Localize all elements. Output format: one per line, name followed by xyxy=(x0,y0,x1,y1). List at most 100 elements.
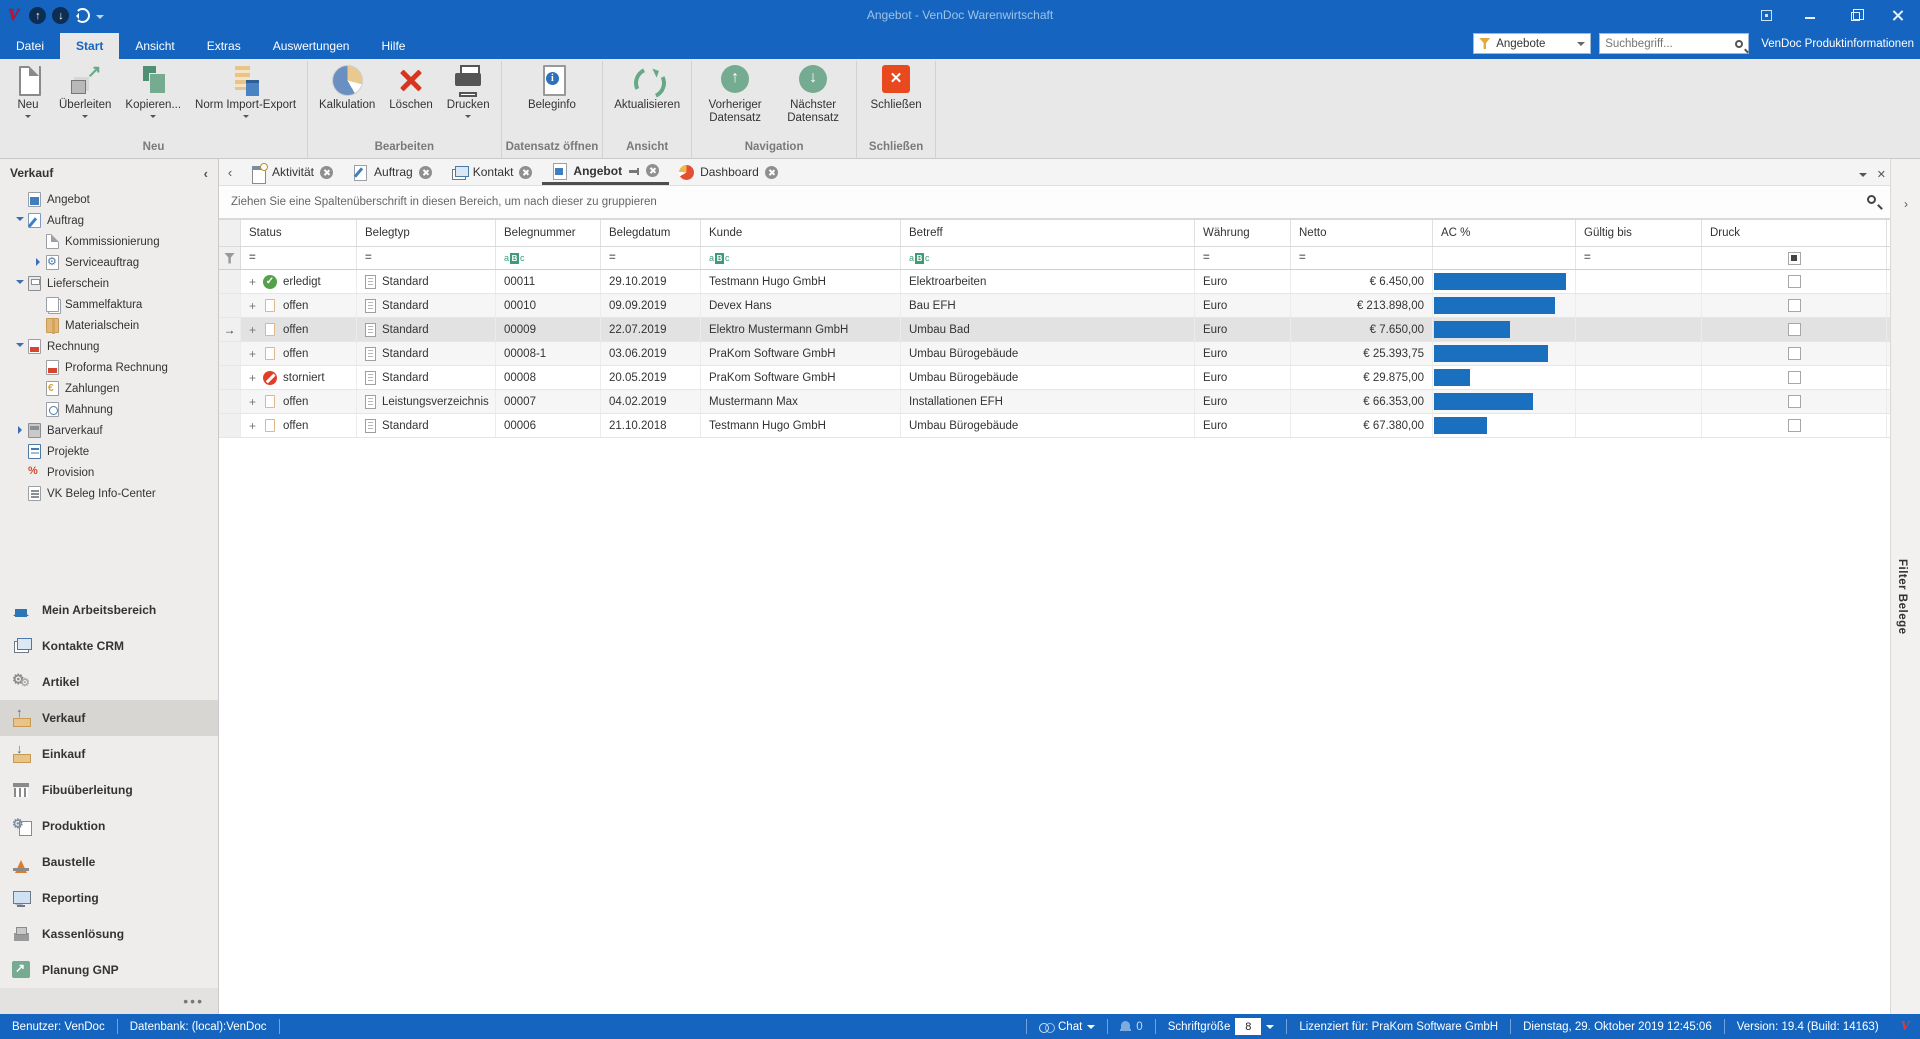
row-expand-button[interactable]: + xyxy=(249,275,261,289)
druck-checkbox[interactable] xyxy=(1788,275,1801,288)
table-row[interactable]: +offenStandard0001009.09.2019Devex HansB… xyxy=(219,294,1890,318)
module-kontakte-crm[interactable]: Kontakte CRM xyxy=(0,628,218,664)
pin-icon[interactable] xyxy=(628,165,640,177)
tree-expanded-icon[interactable] xyxy=(14,214,26,228)
column-header-belegtyp[interactable]: Belegtyp xyxy=(357,220,496,246)
tab-dashboard[interactable]: Dashboard xyxy=(669,159,788,185)
druck-checkbox[interactable] xyxy=(1788,347,1801,360)
column-header-betreff[interactable]: Betreff xyxy=(901,220,1195,246)
product-info-link[interactable]: VenDoc Produktinformationen xyxy=(1761,38,1914,50)
tab-scroll-left-button[interactable]: ‹ xyxy=(219,161,241,185)
tree-collapsed-icon[interactable] xyxy=(32,257,44,269)
tree-expanded-icon[interactable] xyxy=(14,340,26,354)
menu-tab-extras[interactable]: Extras xyxy=(191,33,257,59)
ribbon-löschen-button[interactable]: Löschen xyxy=(382,61,439,112)
rail-expand-chevron-icon[interactable]: › xyxy=(1891,197,1920,211)
module-artikel[interactable]: Artikel xyxy=(0,664,218,700)
druck-checkbox[interactable] xyxy=(1788,419,1801,432)
column-header-ac[interactable]: AC % xyxy=(1433,220,1576,246)
sidebar-item-rechnung[interactable]: Rechnung xyxy=(0,336,218,357)
module-produktion[interactable]: Produktion xyxy=(0,808,218,844)
sidebar-item-kommissionierung[interactable]: Kommissionierung xyxy=(0,231,218,252)
table-row[interactable]: +offenLeistungsverzeichnis0000704.02.201… xyxy=(219,390,1890,414)
chat-button[interactable]: Chat xyxy=(1027,1019,1107,1034)
sidebar-item-vk-beleg-info-center[interactable]: VK Beleg Info-Center xyxy=(0,483,218,504)
filter-cell-belegnummer[interactable]: aBc xyxy=(496,247,601,269)
filter-cell-währung[interactable]: = xyxy=(1195,247,1291,269)
ribbon-aktualisieren-button[interactable]: Aktualisieren xyxy=(607,61,687,112)
search-input[interactable] xyxy=(1605,38,1735,50)
module-reporting[interactable]: Reporting xyxy=(0,880,218,916)
druck-checkbox[interactable] xyxy=(1788,371,1801,384)
table-row[interactable]: +offenStandard0000621.10.2018Testmann Hu… xyxy=(219,414,1890,438)
fit-screen-button[interactable] xyxy=(1744,0,1788,30)
module-einkauf[interactable]: Einkauf xyxy=(0,736,218,772)
minimize-button[interactable] xyxy=(1788,0,1832,30)
ribbon-kalkulation-button[interactable]: Kalkulation xyxy=(312,61,382,112)
menu-tab-start[interactable]: Start xyxy=(60,33,119,59)
sidebar-collapse-button[interactable]: ‹ xyxy=(204,166,208,181)
filter-cell-status[interactable]: = xyxy=(241,247,357,269)
ribbon-norm-import-export-button[interactable]: Norm Import-Export xyxy=(188,61,303,121)
sidebar-item-angebot[interactable]: Angebot xyxy=(0,189,218,210)
module-planung-gnp[interactable]: Planung GNP xyxy=(0,952,218,988)
sidebar-item-lieferschein[interactable]: Lieferschein xyxy=(0,273,218,294)
row-expand-button[interactable]: + xyxy=(249,323,261,337)
column-header-währung[interactable]: Währung xyxy=(1195,220,1291,246)
tree-collapsed-icon[interactable] xyxy=(14,425,26,437)
sidebar-item-materialschein[interactable]: Materialschein xyxy=(0,315,218,336)
filter-cell-belegdatum[interactable]: = xyxy=(601,247,701,269)
qat-previous-record-icon[interactable]: ↑ xyxy=(29,7,46,24)
filter-cell-betreff[interactable]: aBc xyxy=(901,247,1195,269)
close-button[interactable] xyxy=(1876,0,1920,30)
notifications-button[interactable]: 0 xyxy=(1108,1019,1154,1034)
tab-close-icon[interactable] xyxy=(765,166,778,179)
sidebar-item-barverkauf[interactable]: Barverkauf xyxy=(0,420,218,441)
tab-angebot[interactable]: Angebot xyxy=(542,159,669,185)
module-fibuüberleitung[interactable]: Fibuüberleitung xyxy=(0,772,218,808)
column-header-belegnummer[interactable]: Belegnummer xyxy=(496,220,601,246)
sidebar-item-provision[interactable]: Provision xyxy=(0,462,218,483)
font-size-value[interactable]: 8 xyxy=(1235,1018,1261,1035)
qat-refresh-icon[interactable] xyxy=(75,8,90,23)
filter-cell-kunde[interactable]: aBc xyxy=(701,247,901,269)
sidebar-item-sammelfaktura[interactable]: Sammelfaktura xyxy=(0,294,218,315)
filter-cell-druck[interactable] xyxy=(1702,247,1887,269)
group-by-bar[interactable]: Ziehen Sie eine Spaltenüberschrift in di… xyxy=(219,186,1890,219)
row-expand-button[interactable]: + xyxy=(249,347,261,361)
column-header-kunde[interactable]: Kunde xyxy=(701,220,901,246)
row-expand-button[interactable]: + xyxy=(249,419,261,433)
ribbon-drucken-button[interactable]: Drucken xyxy=(440,61,497,121)
tab-aktivität[interactable]: Aktivität xyxy=(241,159,343,185)
module-mein-arbeitsbereich[interactable]: Mein Arbeitsbereich xyxy=(0,592,218,628)
restore-button[interactable] xyxy=(1832,0,1876,30)
druck-checkbox[interactable] xyxy=(1788,299,1801,312)
tree-expanded-icon[interactable] xyxy=(14,277,26,291)
chevron-down-icon[interactable] xyxy=(1266,1025,1274,1033)
menu-tab-ansicht[interactable]: Ansicht xyxy=(119,33,190,59)
search-icon[interactable] xyxy=(1735,40,1743,48)
module-verkauf[interactable]: Verkauf xyxy=(0,700,218,736)
table-row[interactable]: +erledigtStandard0001129.10.2019Testmann… xyxy=(219,270,1890,294)
menu-tab-auswertungen[interactable]: Auswertungen xyxy=(257,33,366,59)
filter-cell-ac[interactable] xyxy=(1433,247,1576,269)
ribbon-beleginfo-button[interactable]: Beleginfo xyxy=(521,61,583,112)
ribbon-neu-button[interactable]: Neu xyxy=(4,61,52,121)
filter-cell-belegtyp[interactable]: = xyxy=(357,247,496,269)
column-header-druck[interactable]: Druck xyxy=(1702,220,1887,246)
sidebar-item-auftrag[interactable]: Auftrag xyxy=(0,210,218,231)
filter-funnel-icon[interactable] xyxy=(224,253,235,264)
qat-customize-caret-icon[interactable] xyxy=(96,15,104,23)
ribbon-überleiten-button[interactable]: Überleiten xyxy=(52,61,118,121)
ribbon-kopieren-button[interactable]: Kopieren... xyxy=(118,61,188,121)
view-filter-dropdown[interactable]: Angebote xyxy=(1473,33,1591,54)
tab-close-icon[interactable] xyxy=(519,166,532,179)
ribbon-schließen-button[interactable]: Schließen xyxy=(864,61,929,112)
module-baustelle[interactable]: Baustelle xyxy=(0,844,218,880)
row-expand-button[interactable]: + xyxy=(249,299,261,313)
column-header-belegdatum[interactable]: Belegdatum xyxy=(601,220,701,246)
filter-belege-tab[interactable]: Filter Belege xyxy=(1896,559,1908,635)
tab-close-all-icon[interactable]: ✕ xyxy=(1877,168,1886,181)
filter-cell-netto[interactable]: = xyxy=(1291,247,1433,269)
sidebar-item-mahnung[interactable]: Mahnung xyxy=(0,399,218,420)
